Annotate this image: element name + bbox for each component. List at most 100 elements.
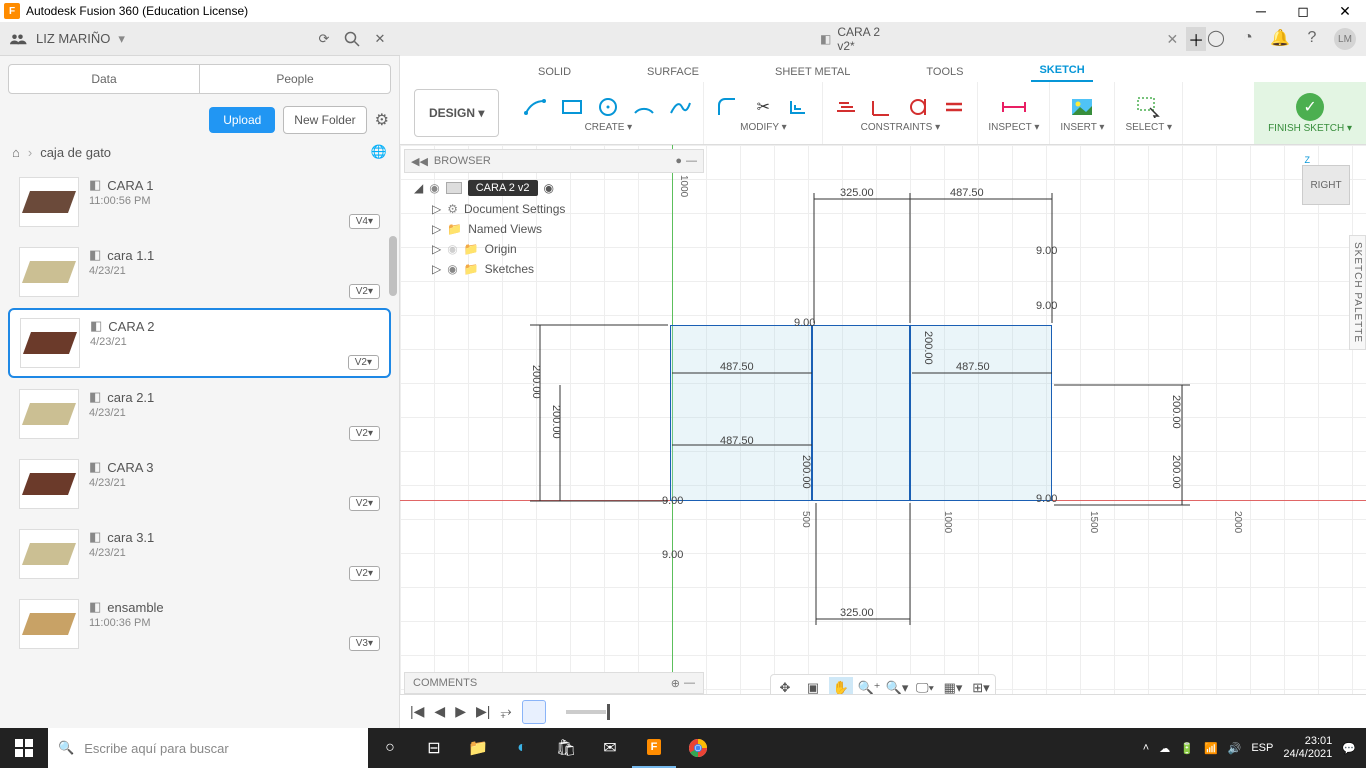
comments-expand-icon[interactable]: —: [684, 677, 695, 690]
sketch-palette-tab[interactable]: SKETCH PALETTE: [1349, 235, 1366, 350]
timeline-slider[interactable]: [566, 710, 606, 714]
ruler-h-1500: 1500: [1088, 511, 1099, 533]
tab-solid[interactable]: SOLID: [530, 62, 579, 82]
select-tool-icon[interactable]: [1136, 94, 1162, 120]
close-button[interactable]: ✕: [1336, 3, 1354, 20]
user-name[interactable]: LIZ MARIÑO: [36, 31, 110, 46]
settings-icon[interactable]: ⚙: [375, 110, 389, 130]
notifications-icon[interactable]: 🔔: [1270, 28, 1290, 48]
constraints-label[interactable]: CONSTRAINTS ▾: [861, 122, 940, 133]
insert-image-icon[interactable]: [1069, 94, 1095, 120]
tab-tools[interactable]: TOOLS: [918, 62, 971, 82]
wifi-icon[interactable]: 📶: [1204, 742, 1218, 755]
circle-tool-icon[interactable]: [595, 94, 621, 120]
horizontal-constraint-icon[interactable]: [833, 94, 859, 120]
minimize-button[interactable]: ─: [1252, 3, 1270, 20]
explorer-icon[interactable]: 📁: [456, 728, 500, 768]
timeline-end-icon[interactable]: ⥅: [500, 703, 511, 720]
tab-sheetmetal[interactable]: SHEET METAL: [767, 62, 858, 82]
start-button[interactable]: [0, 728, 48, 768]
trim-tool-icon[interactable]: ✂: [750, 94, 776, 120]
rectangle-tool-icon[interactable]: [559, 94, 585, 120]
version-badge[interactable]: V2▾: [349, 284, 380, 299]
help-icon[interactable]: ?: [1302, 28, 1322, 48]
timeline-prev-icon[interactable]: ◀: [434, 703, 445, 720]
maximize-button[interactable]: ◻: [1294, 3, 1312, 20]
edge-icon[interactable]: ◐: [500, 728, 544, 768]
avatar[interactable]: LM: [1334, 28, 1356, 50]
mail-icon[interactable]: ✉: [588, 728, 632, 768]
file-item[interactable]: ◧cara 2.1 4/23/21 V2▾: [8, 380, 391, 448]
panel-close-icon[interactable]: ✕: [370, 29, 390, 49]
line-tool-icon[interactable]: [523, 94, 549, 120]
version-badge[interactable]: V2▾: [348, 355, 379, 370]
version-badge[interactable]: V2▾: [349, 566, 380, 581]
timeline-start-icon[interactable]: |◀: [410, 703, 424, 720]
timeline-next-icon[interactable]: ▶|: [476, 703, 490, 720]
coincident-constraint-icon[interactable]: [869, 94, 895, 120]
file-item[interactable]: ◧cara 3.1 4/23/21 V2▾: [8, 520, 391, 588]
comments-bar[interactable]: COMMENTS ⊕—: [404, 672, 704, 694]
version-badge[interactable]: V4▾: [349, 214, 380, 229]
tab-close-icon[interactable]: ✕: [1167, 31, 1179, 48]
doc-tab[interactable]: ◧ CARA 2 v2*: [820, 25, 887, 53]
tangent-constraint-icon[interactable]: [905, 94, 931, 120]
tray-up-icon[interactable]: ˄: [1143, 742, 1149, 754]
notifications-tray-icon[interactable]: 💬: [1342, 742, 1356, 755]
home-icon[interactable]: ⌂: [12, 145, 20, 160]
upload-button[interactable]: Upload: [209, 107, 275, 133]
measure-tool-icon[interactable]: [1001, 94, 1027, 120]
store-icon[interactable]: 🛍: [544, 728, 588, 768]
viewcube[interactable]: RIGHT: [1302, 165, 1350, 205]
chrome-icon[interactable]: [676, 728, 720, 768]
version-badge[interactable]: V2▾: [349, 426, 380, 441]
inspect-label[interactable]: INSPECT ▾: [988, 122, 1039, 133]
people-tab[interactable]: People: [200, 65, 390, 93]
user-dropdown-icon[interactable]: ▾: [118, 31, 125, 47]
tab-surface[interactable]: SURFACE: [639, 62, 707, 82]
new-tab-button[interactable]: ＋: [1186, 27, 1206, 51]
team-icon: [10, 32, 28, 46]
comments-add-icon[interactable]: ⊕: [671, 677, 680, 690]
select-label[interactable]: SELECT ▾: [1125, 122, 1172, 133]
file-item[interactable]: ◧CARA 3 4/23/21 V2▾: [8, 450, 391, 518]
taskbar-search[interactable]: 🔍 Escribe aquí para buscar: [48, 728, 368, 768]
tab-sketch[interactable]: SKETCH: [1031, 60, 1092, 82]
scrollbar-thumb[interactable]: [389, 236, 397, 296]
file-item[interactable]: ◧CARA 1 11:00:56 PM V4▾: [8, 168, 391, 236]
fusion-taskbar-icon[interactable]: F: [632, 728, 676, 768]
create-label[interactable]: CREATE ▾: [585, 122, 633, 133]
file-item[interactable]: ◧cara 1.1 4/23/21 V2▾: [8, 238, 391, 306]
taskview-icon[interactable]: ⊟: [412, 728, 456, 768]
modify-label[interactable]: MODIFY ▾: [740, 122, 787, 133]
arc-tool-icon[interactable]: [631, 94, 657, 120]
insert-label[interactable]: INSERT ▾: [1060, 122, 1104, 133]
file-item[interactable]: ◧ensamble 11:00:36 PM V3▾: [8, 590, 391, 658]
clock[interactable]: 23:01 24/4/2021: [1283, 735, 1332, 761]
refresh-icon[interactable]: ⟳: [314, 29, 334, 49]
jobs-icon[interactable]: ◔: [1238, 28, 1258, 48]
timeline-feature-sketch[interactable]: [522, 700, 546, 724]
spline-tool-icon[interactable]: [667, 94, 693, 120]
web-icon[interactable]: 🌐: [371, 144, 387, 160]
version-badge[interactable]: V3▾: [349, 636, 380, 651]
data-tab[interactable]: Data: [9, 65, 200, 93]
volume-icon[interactable]: 🔊: [1228, 742, 1242, 755]
search-icon[interactable]: [342, 29, 362, 49]
file-item[interactable]: ◧CARA 2 4/23/21 V2▾: [8, 308, 391, 378]
fillet-tool-icon[interactable]: [714, 94, 740, 120]
onedrive-icon[interactable]: ☁: [1159, 742, 1170, 755]
workspace-dropdown[interactable]: DESIGN ▾: [414, 89, 499, 137]
cortana-icon[interactable]: ○: [368, 728, 412, 768]
timeline-play-icon[interactable]: ▶: [455, 703, 466, 720]
language-indicator[interactable]: ESP: [1251, 742, 1273, 754]
offset-tool-icon[interactable]: [786, 94, 812, 120]
finish-sketch-button[interactable]: ✓ FINISH SKETCH ▾: [1254, 82, 1366, 144]
new-folder-button[interactable]: New Folder: [283, 106, 366, 134]
battery-icon[interactable]: 🔋: [1180, 742, 1194, 755]
version-badge[interactable]: V2▾: [349, 496, 380, 511]
equal-constraint-icon[interactable]: [941, 94, 967, 120]
canvas[interactable]: ◀◀ BROWSER ●— ◢ ◉ CARA 2 v2 ◉ ▷⚙Document…: [400, 145, 1366, 728]
breadcrumb-folder[interactable]: caja de gato: [40, 145, 111, 160]
extensions-icon[interactable]: ◯: [1206, 28, 1226, 48]
